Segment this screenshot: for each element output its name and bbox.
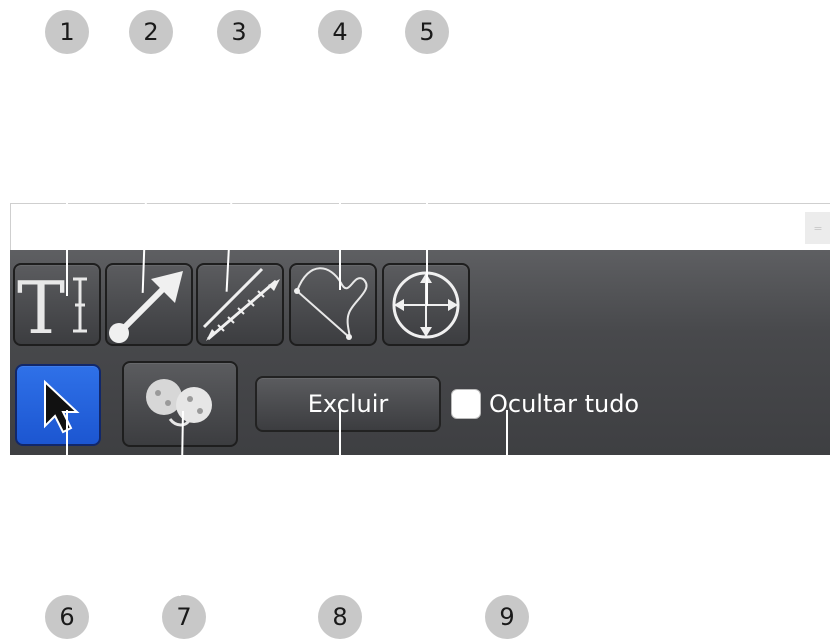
callout-7: 7 (162, 595, 206, 639)
callout-1: 1 (45, 10, 89, 54)
arrow-icon (109, 271, 183, 343)
select-tool-button[interactable] (15, 364, 101, 446)
leader-line-9 (506, 410, 508, 595)
annotation-toolbar: T Excluir Ocultar tudo (10, 250, 830, 455)
delete-button[interactable]: Excluir (255, 376, 441, 432)
freehand-curve-icon (294, 267, 368, 340)
compare-tool-button[interactable] (122, 361, 238, 447)
text-icon: T (17, 266, 87, 344)
callout-9: 9 (485, 595, 529, 639)
svg-text:T: T (17, 266, 65, 344)
leader-line-1 (66, 54, 68, 296)
cursor-arrow-icon (44, 379, 80, 434)
leader-line-4 (339, 54, 341, 290)
hide-all-label: Ocultar tudo (489, 390, 640, 418)
compare-circles-icon (146, 379, 212, 427)
ruler-tool-button[interactable] (196, 263, 284, 346)
callout-4: 4 (318, 10, 362, 54)
freehand-tool-button[interactable] (289, 263, 377, 346)
callout-6: 6 (45, 595, 89, 639)
title-strip: = (10, 203, 830, 251)
arrow-tool-button[interactable] (105, 263, 193, 346)
callout-5: 5 (405, 10, 449, 54)
leader-line-8 (339, 410, 341, 595)
leader-line-6 (66, 410, 68, 595)
hide-all-checkbox[interactable] (451, 389, 481, 419)
callout-2: 2 (129, 10, 173, 54)
hide-all-toggle[interactable]: Ocultar tudo (451, 389, 639, 419)
callout-3: 3 (217, 10, 261, 54)
window-control-button[interactable]: = (805, 212, 830, 244)
ruler-icon (202, 267, 280, 341)
leader-line-5 (426, 54, 428, 306)
callout-8: 8 (318, 595, 362, 639)
text-tool-button[interactable]: T (13, 263, 101, 346)
